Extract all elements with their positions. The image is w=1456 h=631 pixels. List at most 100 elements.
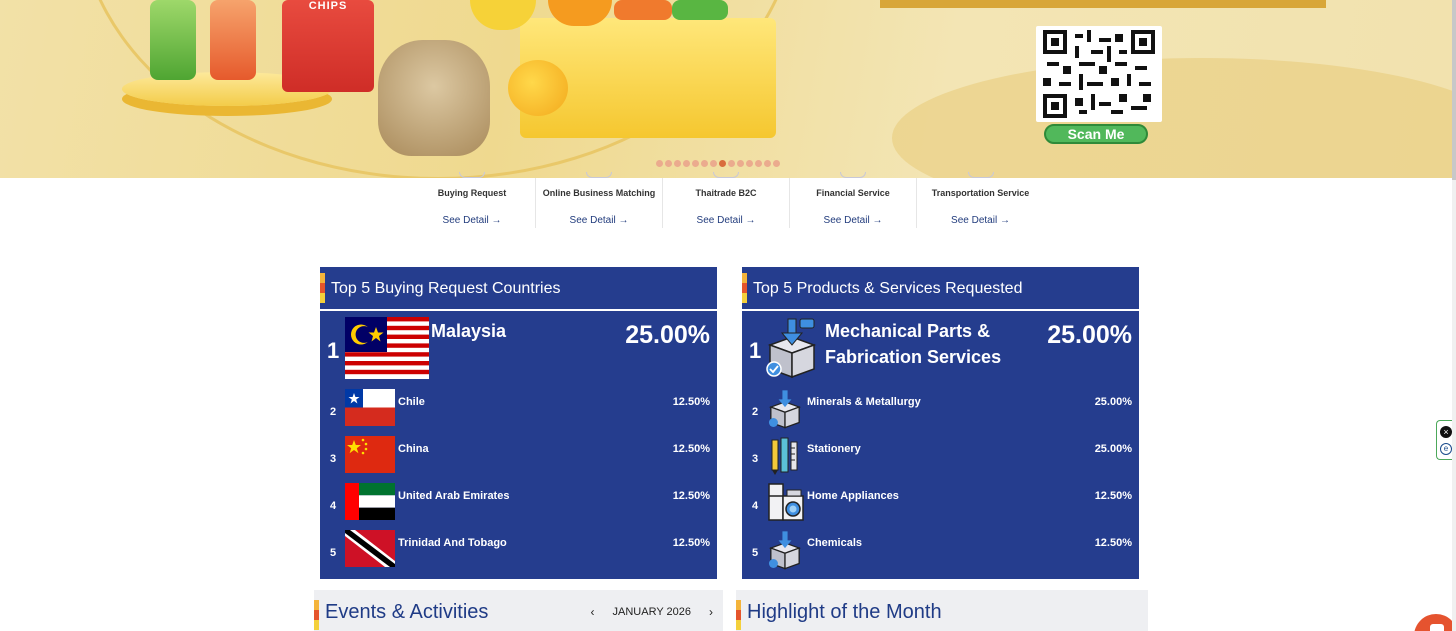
product-name: Minerals & Metallurgy	[807, 396, 921, 408]
rank-number: 4	[330, 500, 337, 512]
country-name: Chile	[398, 396, 425, 408]
product-row-2[interactable]: 2 Minerals & Metallurgy 25.00%	[742, 387, 1139, 434]
prev-month-button[interactable]: ‹	[591, 590, 595, 631]
product-row-1[interactable]: 1 Mechanical Parts & Fabrication Service…	[742, 311, 1139, 387]
slider-dot[interactable]	[665, 160, 672, 167]
see-detail-link[interactable]: See Detail →	[917, 215, 1044, 226]
next-month-button[interactable]: ›	[709, 590, 713, 631]
country-row-5[interactable]: 5 Trinidad And Tobago 12.50%	[320, 528, 717, 575]
close-icon[interactable]: ×	[1440, 426, 1452, 438]
see-detail-link[interactable]: See Detail →	[790, 215, 916, 226]
slider-pagination[interactable]	[656, 160, 780, 167]
product-name: Chemicals	[807, 537, 863, 549]
product-row-5[interactable]: 5 Chemicals 12.50%	[742, 528, 1139, 575]
events-header: Events & Activities ‹ JANUARY 2026 ›	[314, 590, 723, 631]
country-row-4[interactable]: 4 United Arab Emirates 12.50%	[320, 481, 717, 528]
hero-banner[interactable]: CHIPS Scan Me	[0, 0, 1452, 178]
rank-number: 4	[752, 500, 759, 512]
trinidad-flag-icon	[345, 530, 395, 567]
accessibility-icon[interactable]: e	[1440, 443, 1452, 455]
see-detail-link[interactable]: See Detail →	[536, 215, 662, 226]
stationery-icon	[770, 436, 800, 476]
rank-number: 2	[330, 406, 337, 418]
qr-code[interactable]	[1036, 26, 1162, 122]
appliances-icon	[767, 482, 805, 522]
slider-dot[interactable]	[746, 160, 753, 167]
country-percent: 12.50%	[672, 490, 710, 502]
see-detail-link[interactable]: See Detail →	[663, 215, 789, 226]
slider-dot[interactable]	[701, 160, 708, 167]
country-row-1[interactable]: 1 Malaysia 25.00%	[320, 311, 717, 387]
service-item: Financial Service See Detail →	[790, 172, 917, 228]
juice-bottle-image	[210, 0, 256, 80]
country-name: Trinidad And Tobago	[398, 537, 507, 549]
country-row-2[interactable]: 2 Chile 12.50%	[320, 387, 717, 434]
product-name: Mechanical Parts & Fabrication Services	[825, 321, 1002, 367]
countries-panel-title: Top 5 Buying Request Countries	[331, 280, 561, 297]
country-name: Malaysia	[431, 321, 507, 341]
mango-image	[508, 60, 568, 116]
chips-label: CHIPS	[308, 0, 348, 12]
slider-dot[interactable]	[683, 160, 690, 167]
malaysia-flag-icon	[345, 317, 429, 379]
slider-dot[interactable]	[710, 160, 717, 167]
banner-gold-bar	[880, 0, 1326, 8]
slider-dot[interactable]	[719, 160, 726, 167]
banner-wave	[892, 58, 1452, 178]
product-percent: 12.50%	[1094, 490, 1132, 502]
see-detail-link[interactable]: See Detail →	[409, 215, 535, 226]
juice-bottle-image	[150, 0, 196, 80]
slider-dot[interactable]	[656, 160, 663, 167]
product-percent: 25.00%	[1047, 321, 1132, 349]
rank-number: 3	[330, 453, 337, 465]
box-download-icon	[767, 389, 803, 429]
service-icon	[459, 172, 485, 178]
chile-flag-icon	[345, 389, 395, 426]
product-name: Home Appliances	[807, 490, 899, 502]
country-percent: 25.00%	[625, 321, 710, 349]
products-panel-header: Top 5 Products & Services Requested	[742, 267, 1139, 309]
slider-dot[interactable]	[737, 160, 744, 167]
month-navigator: ‹ JANUARY 2026 ›	[591, 590, 713, 631]
slider-dot[interactable]	[692, 160, 699, 167]
slider-dot[interactable]	[773, 160, 780, 167]
country-percent: 12.50%	[672, 396, 710, 408]
slider-dot[interactable]	[674, 160, 681, 167]
chat-icon	[1430, 624, 1444, 631]
header-accent-stripe	[736, 600, 741, 630]
china-flag-icon	[345, 436, 395, 473]
scan-me-button[interactable]: Scan Me	[1044, 124, 1148, 144]
country-row-3[interactable]: 3 China 12.50%	[320, 434, 717, 481]
header-accent-stripe	[314, 600, 319, 630]
product-name: Stationery	[807, 443, 861, 455]
country-percent: 12.50%	[672, 443, 710, 455]
page-scrollbar[interactable]	[1452, 0, 1456, 631]
product-row-3[interactable]: 3 Stationery 25.00%	[742, 434, 1139, 481]
rice-sack-image	[378, 40, 490, 156]
service-title: Online Business Matching	[542, 188, 656, 198]
country-name: China	[398, 443, 429, 455]
box-download-icon	[767, 530, 803, 570]
service-icon	[967, 172, 994, 178]
product-percent: 25.00%	[1094, 443, 1132, 455]
product-row-4[interactable]: 4 Home Appliances 12.50%	[742, 481, 1139, 528]
slider-dot[interactable]	[764, 160, 771, 167]
rank-number: 5	[752, 547, 759, 559]
chips-bag-image: CHIPS	[282, 0, 374, 92]
service-title: Financial Service	[816, 188, 890, 198]
chat-button[interactable]	[1414, 614, 1456, 631]
rank-number: 3	[752, 453, 759, 465]
countries-panel: 1 Malaysia 25.00% 2 Chile 12.50% 3 China…	[320, 311, 717, 579]
can-image	[672, 0, 728, 20]
rank-number: 1	[749, 338, 762, 363]
service-item: Transportation Service See Detail →	[917, 172, 1044, 228]
can-image	[614, 0, 672, 20]
slider-dot[interactable]	[728, 160, 735, 167]
slider-dot[interactable]	[755, 160, 762, 167]
product-percent: 12.50%	[1094, 537, 1132, 549]
scrollbar-thumb[interactable]	[1452, 0, 1456, 180]
qr-code-icon	[1043, 30, 1155, 118]
country-percent: 12.50%	[672, 537, 710, 549]
header-accent-stripe	[742, 273, 747, 303]
current-month-label: JANUARY 2026	[612, 606, 691, 618]
